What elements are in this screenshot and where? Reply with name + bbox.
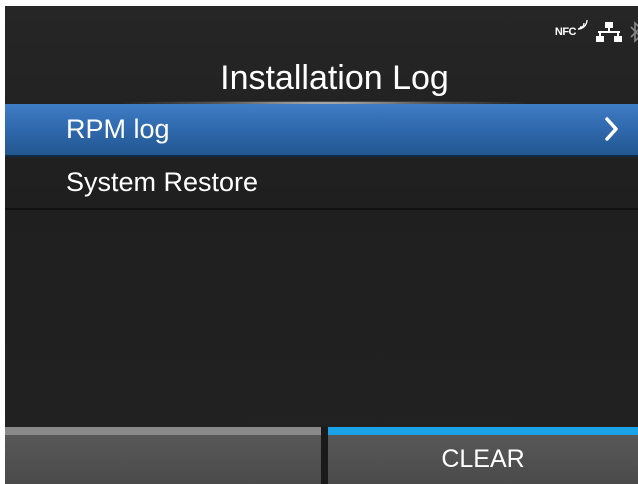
clear-button[interactable]: CLEAR [328,435,638,484]
left-function-indicator [5,427,321,435]
nfc-icon: NFC [554,19,588,38]
right-function-indicator [328,427,638,435]
chevron-right-icon [604,116,620,149]
nfc-label: NFC [554,26,577,38]
bluetooth-icon [630,21,638,43]
menu-item-label: System Restore [66,167,259,197]
lan-icon [596,22,622,42]
menu-item-system-restore[interactable]: System Restore [5,157,638,210]
status-bar: NFC [554,19,638,44]
menu-item-label: RPM log [66,114,170,144]
clear-button-label: CLEAR [441,445,525,473]
function-bar-divider [321,427,328,484]
menu-list: RPM log System Restore [5,104,638,210]
page-title: Installation Log [220,59,449,97]
title-area: Installation Log [5,56,638,106]
menu-item-rpm-log[interactable]: RPM log [5,104,638,157]
printer-display: NFC Installation Log RPM log System Rest… [5,6,638,484]
left-function-button[interactable] [5,435,321,484]
nfc-waves-icon [577,19,588,30]
